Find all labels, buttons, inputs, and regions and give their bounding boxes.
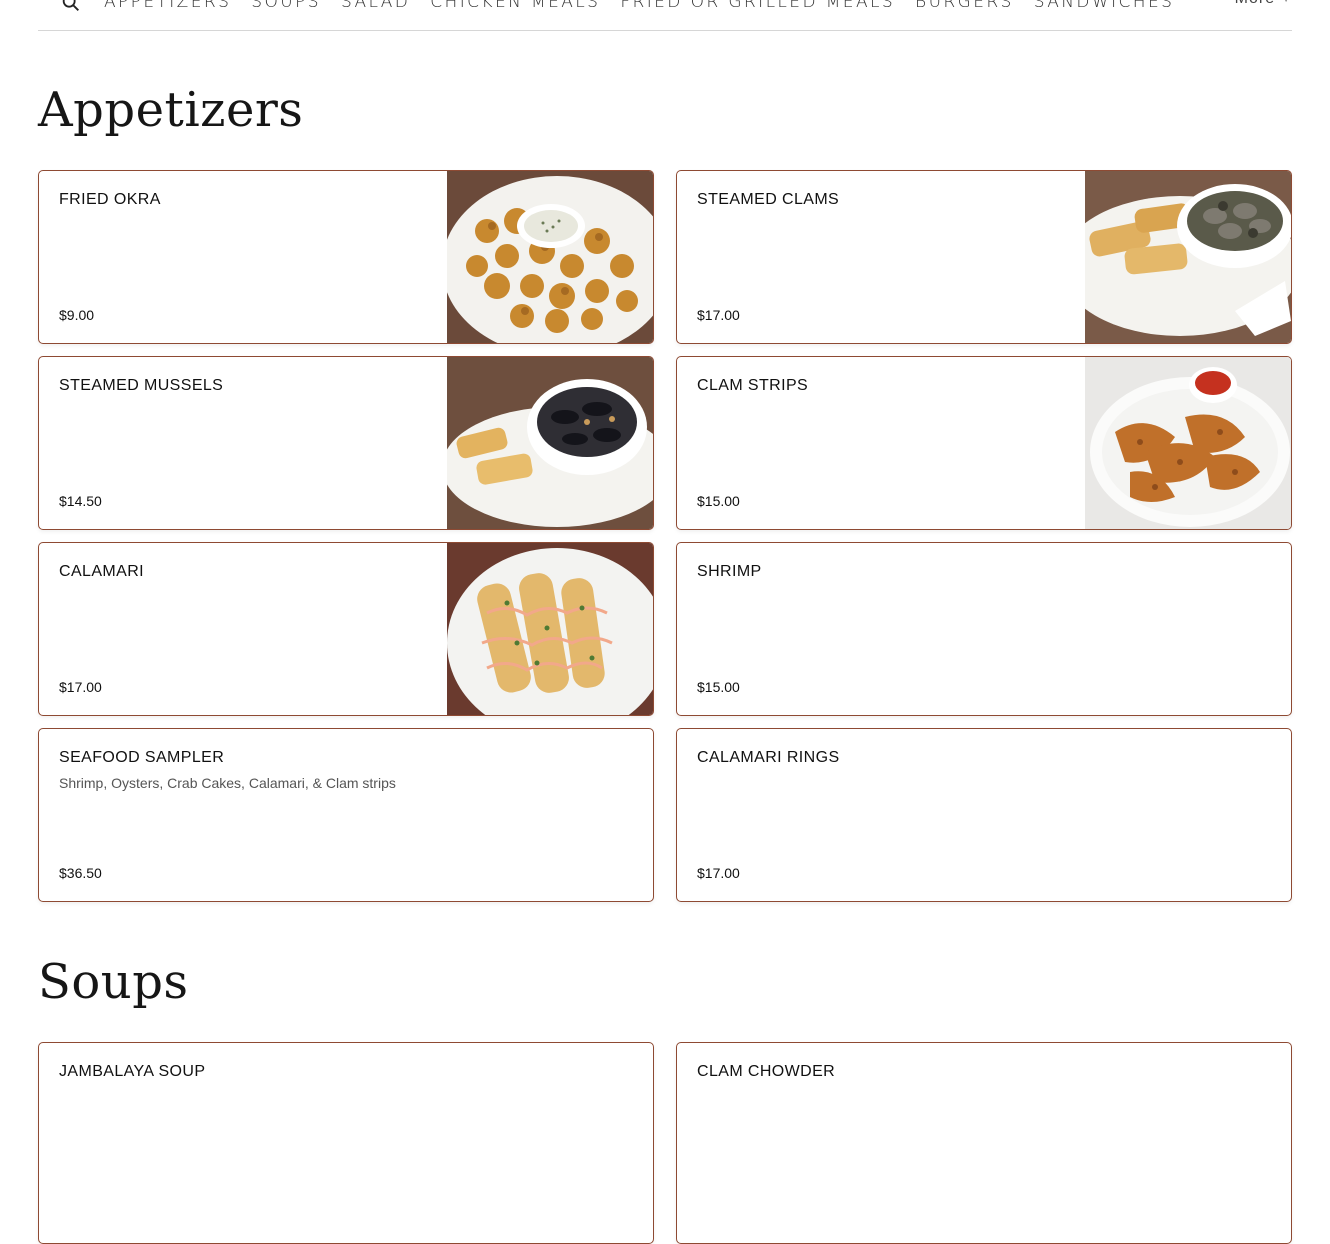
more-dropdown[interactable]: More ▼ [1235, 0, 1292, 8]
menu-item-description: Shrimp, Oysters, Crab Cakes, Calamari, &… [59, 775, 396, 791]
clam-strips-photo [1085, 357, 1291, 529]
category-nav: Appetizers Soups Salad Chicken Meals Fri… [38, 0, 1292, 31]
nav-item-appetizers[interactable]: Appetizers [104, 0, 231, 12]
fried-okra-photo [447, 171, 653, 343]
menu-item-name: JAMBALAYA SOUP [59, 1063, 206, 1080]
menu-item-price: $36.50 [59, 865, 102, 881]
menu-item-name: CLAM STRIPS [697, 377, 809, 394]
menu-item-name: FRIED OKRA [59, 191, 161, 208]
menu-item-name: CALAMARI [59, 563, 144, 580]
menu-item-price: $15.00 [697, 493, 740, 509]
menu-item-card[interactable]: STEAMED CLAMS $17.00 [676, 170, 1292, 344]
menu-item-price: $14.50 [59, 493, 102, 509]
menu-item-name: STEAMED CLAMS [697, 191, 840, 208]
menu-item-name: CLAM CHOWDER [697, 1063, 836, 1080]
appetizers-grid: FRIED OKRA $9.00 STEAMED CLAMS $17.00 ST… [38, 170, 1292, 902]
nav-item-burgers[interactable]: Burgers [915, 0, 1014, 12]
menu-item-name: SEAFOOD SAMPLER [59, 749, 225, 766]
steamed-clams-photo [1085, 171, 1291, 343]
chevron-down-icon: ▼ [1281, 0, 1292, 5]
menu-item-price: $17.00 [59, 679, 102, 695]
more-label: More [1235, 0, 1275, 8]
search-icon[interactable] [60, 0, 84, 16]
menu-item-price: $15.00 [697, 679, 740, 695]
steamed-mussels-photo [447, 357, 653, 529]
soups-grid: JAMBALAYA SOUP CLAM CHOWDER [38, 1042, 1292, 1244]
menu-item-name: CALAMARI RINGS [697, 749, 840, 766]
section-title-appetizers: Appetizers [38, 82, 304, 138]
menu-item-card[interactable]: FRIED OKRA $9.00 [38, 170, 654, 344]
menu-item-card[interactable]: SHRIMP $15.00 [676, 542, 1292, 716]
menu-item-price: $9.00 [59, 307, 95, 323]
nav-item-soups[interactable]: Soups [251, 0, 321, 12]
menu-item-price: $17.00 [697, 307, 740, 323]
nav-item-fried-or-grilled-meals[interactable]: Fried or Grilled Meals [620, 0, 895, 12]
nav-item-chicken-meals[interactable]: Chicken Meals [430, 0, 600, 12]
nav-item-sandwiches[interactable]: Sandwiches [1034, 0, 1175, 12]
menu-item-card[interactable]: CALAMARI $17.00 [38, 542, 654, 716]
menu-item-name: STEAMED MUSSELS [59, 377, 224, 394]
nav-items: Appetizers Soups Salad Chicken Meals Fri… [104, 0, 1174, 12]
menu-item-name: SHRIMP [697, 563, 762, 580]
menu-item-card[interactable]: CALAMARI RINGS $17.00 [676, 728, 1292, 902]
calamari-photo [447, 543, 653, 715]
nav-item-salad[interactable]: Salad [341, 0, 410, 12]
menu-item-price: $17.00 [697, 865, 740, 881]
menu-item-card[interactable]: JAMBALAYA SOUP [38, 1042, 654, 1244]
menu-item-card[interactable]: SEAFOOD SAMPLER Shrimp, Oysters, Crab Ca… [38, 728, 654, 902]
menu-item-card[interactable]: CLAM STRIPS $15.00 [676, 356, 1292, 530]
menu-item-card[interactable]: STEAMED MUSSELS $14.50 [38, 356, 654, 530]
menu-item-card[interactable]: CLAM CHOWDER [676, 1042, 1292, 1244]
section-title-soups: Soups [38, 954, 189, 1010]
